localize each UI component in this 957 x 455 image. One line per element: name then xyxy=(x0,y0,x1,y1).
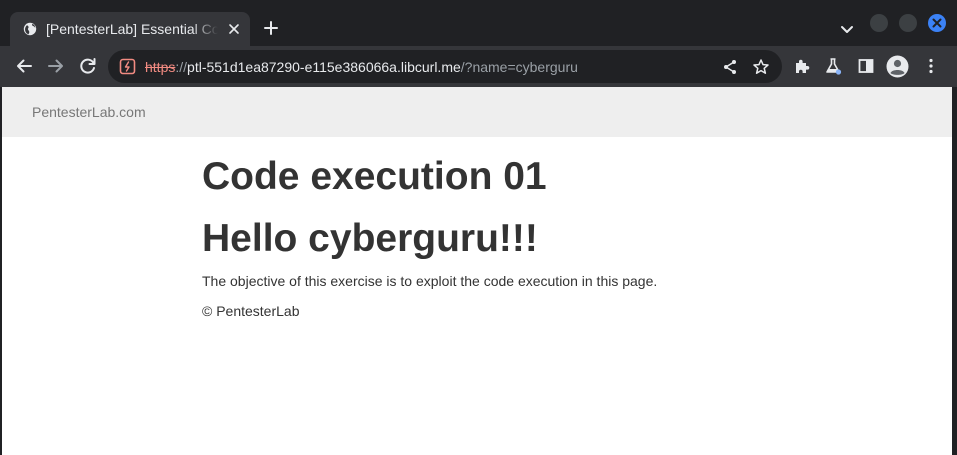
minimize-button[interactable] xyxy=(870,14,888,32)
tab-title: [PentesterLab] Essential Code execution … xyxy=(46,21,218,37)
close-window-icon xyxy=(932,18,942,28)
url-scheme: https xyxy=(145,59,176,75)
reload-icon[interactable] xyxy=(78,56,98,76)
site-navbar: PentesterLab.com xyxy=(2,87,952,137)
profile-avatar-icon[interactable] xyxy=(886,55,909,78)
tab-active[interactable]: [PentesterLab] Essential Code execution … xyxy=(10,12,250,46)
close-icon[interactable] xyxy=(226,21,242,37)
close-button[interactable] xyxy=(928,14,946,32)
side-panel-icon[interactable] xyxy=(857,57,875,75)
navbar-brand-link[interactable]: PentesterLab.com xyxy=(32,104,146,120)
url-separator: :// xyxy=(175,59,188,75)
page-content: PentesterLab.com Code execution 01 Hello… xyxy=(2,87,952,455)
star-icon[interactable] xyxy=(752,58,770,76)
url-host: ptl-551d1ea87290-e115e386066a.libcurl.me xyxy=(187,59,461,75)
arrow-right-icon[interactable] xyxy=(46,56,66,76)
window-right-edge xyxy=(952,87,957,455)
chevron-down-icon[interactable] xyxy=(838,20,856,38)
plus-icon[interactable] xyxy=(262,19,280,37)
kebab-menu-icon[interactable] xyxy=(922,57,940,75)
browser-window: [PentesterLab] Essential Code execution … xyxy=(0,0,957,455)
page-title: Code execution 01 xyxy=(202,155,547,198)
url-text[interactable]: https://ptl-551d1ea87290-e115e386066a.li… xyxy=(145,58,578,76)
footer-copyright: © PentesterLab xyxy=(202,303,300,319)
objective-text: The objective of this exercise is to exp… xyxy=(202,273,658,289)
browser-toolbar: https://ptl-551d1ea87290-e115e386066a.li… xyxy=(0,46,957,87)
greeting-heading: Hello cyberguru!!! xyxy=(202,217,538,260)
address-bar[interactable]: https://ptl-551d1ea87290-e115e386066a.li… xyxy=(108,50,782,83)
flask-icon[interactable] xyxy=(824,57,842,75)
tab-strip: [PentesterLab] Essential Code execution … xyxy=(0,0,957,46)
puzzle-icon[interactable] xyxy=(793,57,811,75)
globe-icon xyxy=(23,22,37,36)
url-path: /?name=cyberguru xyxy=(460,59,578,75)
share-icon[interactable] xyxy=(721,58,739,76)
arrow-left-icon[interactable] xyxy=(14,56,34,76)
not-secure-icon[interactable] xyxy=(119,58,136,75)
maximize-button[interactable] xyxy=(899,14,917,32)
